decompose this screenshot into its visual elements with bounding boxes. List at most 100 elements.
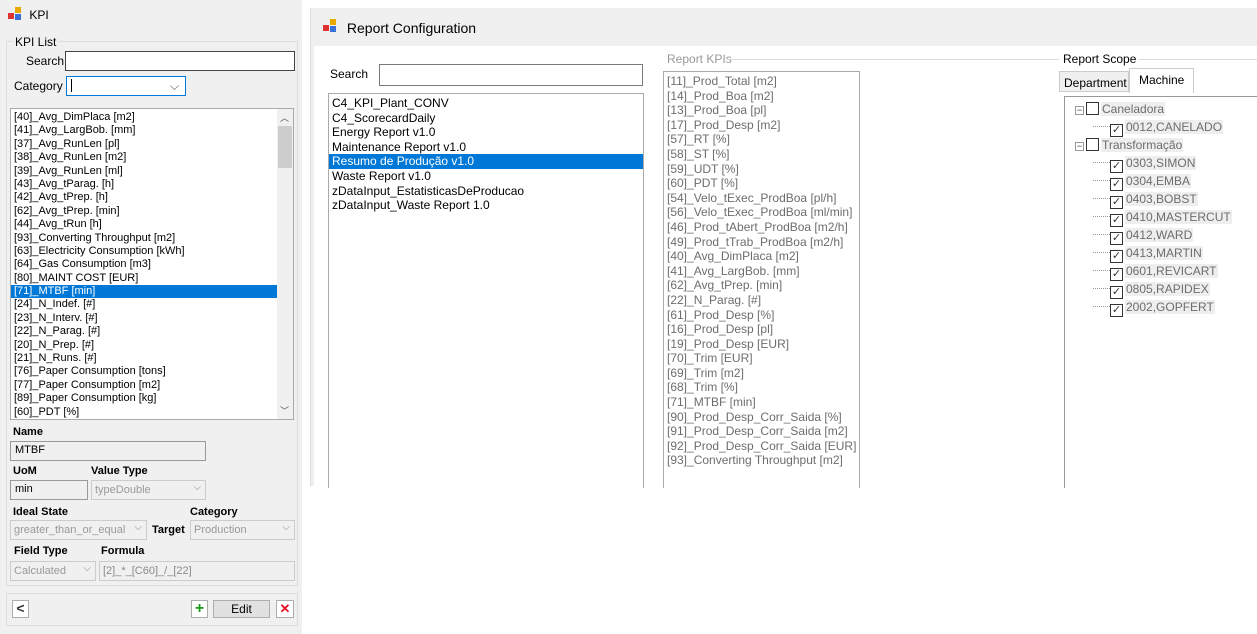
list-item[interactable]: [61]_Prod_Desp [%] (664, 308, 859, 323)
list-item[interactable]: [60]_PDT [%] (664, 176, 859, 191)
list-item[interactable]: [93]_Converting Throughput [m2] (664, 453, 859, 468)
list-item[interactable]: [22]_N_Parag. [#] (11, 325, 293, 338)
list-item[interactable]: [80]_MAINT COST [EUR] (11, 272, 293, 285)
list-item[interactable]: [62]_Avg_tPrep. [min] (664, 278, 859, 293)
list-item[interactable]: [56]_Velo_tExec_ProdBoa [ml/min] (664, 205, 859, 220)
checkbox[interactable] (1086, 102, 1099, 115)
list-item[interactable]: [71]_MTBF [min] (11, 285, 293, 299)
tree-node-machine[interactable]: ✓ 0413,MARTIN (1093, 245, 1203, 263)
category-combo[interactable]: ⌵ (66, 76, 186, 96)
list-item[interactable]: [68]_Trim [%] (664, 380, 859, 395)
list-item[interactable]: [39]_Avg_RunLen [ml] (11, 165, 293, 178)
formula-field[interactable]: [2]_*_[C60]_/_[22] (99, 561, 295, 581)
list-item[interactable]: [92]_Prod_Desp_Corr_Saida [EUR] (664, 439, 859, 454)
list-item[interactable]: [14]_Prod_Boa [m2] (664, 89, 859, 104)
edit-button[interactable]: Edit (213, 600, 270, 618)
checkbox[interactable] (1086, 138, 1099, 151)
delete-button[interactable]: ✕ (276, 600, 294, 618)
list-item[interactable]: [69]_Trim [m2] (664, 366, 859, 381)
checkbox[interactable]: ✓ (1110, 160, 1123, 173)
report-list[interactable]: C4_KPI_Plant_CONV C4_ScorecardDaily Energy… (328, 93, 644, 488)
name-field[interactable]: MTBF (10, 441, 206, 461)
list-item[interactable]: [57]_RT [%] (664, 132, 859, 147)
kpi-list-scrollbar[interactable]: ︿ ﹀ (277, 109, 293, 419)
tree-node-machine[interactable]: ✓ 0412,WARD (1093, 227, 1194, 245)
checkbox[interactable]: ✓ (1110, 124, 1123, 137)
ideal-state-combo[interactable]: greater_than_or_equal ⌵ (10, 520, 147, 540)
tab-department[interactable]: Department (1059, 71, 1129, 92)
report-kpis-list[interactable]: [11]_Prod_Total [m2] [14]_Prod_Boa [m2] [1… (663, 71, 860, 488)
list-item[interactable]: [16]_Prod_Desp [pl] (664, 322, 859, 337)
tree-node-machine[interactable]: ✓ 0304,EMBA (1093, 173, 1192, 191)
list-item[interactable]: [37]_Avg_RunLen [pl] (11, 138, 293, 151)
list-item[interactable]: Resumo de Produção v1.0 (329, 154, 643, 169)
list-item[interactable]: [71]_MTBF [min] (664, 395, 859, 410)
machine-tree[interactable]: − Caneladora ✓ 0012,CANELADO − Transformação ✓… (1064, 96, 1257, 488)
list-item[interactable]: [40]_Avg_DimPlaca [m2] (664, 249, 859, 264)
list-item[interactable]: [58]_ST [%] (664, 147, 859, 162)
list-item[interactable]: [93]_Converting Throughput [m2] (11, 232, 293, 245)
list-item[interactable]: [89]_Paper Consumption [kg] (11, 392, 293, 405)
tree-node-machine[interactable]: ✓ 0805,RAPIDEX (1093, 281, 1210, 299)
value-type-combo[interactable]: typeDouble ⌵ (91, 480, 206, 500)
checkbox[interactable]: ✓ (1110, 232, 1123, 245)
list-item[interactable]: [44]_Avg_tRun [h] (11, 218, 293, 231)
list-item[interactable]: [42]_Avg_tPrep. [h] (11, 191, 293, 204)
checkbox[interactable]: ✓ (1110, 304, 1123, 317)
tree-node-machine[interactable]: ✓ 0601,REVICART (1093, 263, 1218, 281)
list-item[interactable]: [76]_Paper Consumption [tons] (11, 365, 293, 378)
list-item[interactable]: C4_KPI_Plant_CONV (329, 96, 643, 111)
list-item[interactable]: Maintenance Report v1.0 (329, 140, 643, 155)
checkbox[interactable]: ✓ (1110, 250, 1123, 263)
tree-node-group[interactable]: − Transformação (1075, 137, 1184, 153)
list-item[interactable]: [49]_Prod_tTrab_ProdBoa [m2/h] (664, 235, 859, 250)
kpi-search-input[interactable] (65, 51, 295, 71)
list-item[interactable]: [64]_Gas Consumption [m3] (11, 258, 293, 271)
tree-node-machine[interactable]: ✓ 0403,BOBST (1093, 191, 1198, 209)
tree-node-machine[interactable]: ✓ 0303,SIMON (1093, 155, 1197, 173)
list-item[interactable]: zDataInput_EstatisticasDeProducao (329, 184, 643, 199)
list-item[interactable]: [54]_Velo_tExec_ProdBoa [pl/h] (664, 191, 859, 206)
tree-node-machine[interactable]: ✓ 0012,CANELADO (1093, 119, 1224, 137)
list-item[interactable]: [20]_N_Prep. [#] (11, 339, 293, 352)
checkbox[interactable]: ✓ (1110, 196, 1123, 209)
tree-node-group[interactable]: − Caneladora (1075, 101, 1166, 117)
list-item[interactable]: [41]_Avg_LargBob. [mm] (664, 264, 859, 279)
list-item[interactable]: C4_ScorecardDaily (329, 111, 643, 126)
list-item[interactable]: [13]_Prod_Boa [pl] (664, 103, 859, 118)
checkbox[interactable]: ✓ (1110, 178, 1123, 191)
list-item[interactable]: [91]_Prod_Desp_Corr_Saida [m2] (664, 424, 859, 439)
scrollbar-thumb[interactable] (278, 126, 292, 168)
list-item[interactable]: [17]_Prod_Desp [m2] (664, 118, 859, 133)
share-button[interactable]: < (12, 600, 29, 618)
tab-machine[interactable]: Machine (1129, 68, 1194, 93)
list-item[interactable]: [77]_Paper Consumption [m2] (11, 379, 293, 392)
list-item[interactable]: [21]_N_Runs. [#] (11, 352, 293, 365)
list-item[interactable]: [63]_Electricity Consumption [kWh] (11, 245, 293, 258)
list-item[interactable]: zDataInput_Waste Report 1.0 (329, 198, 643, 213)
tree-node-machine[interactable]: ✓ 2002,GOPFERT (1093, 299, 1215, 317)
list-item[interactable]: [62]_Avg_tPrep. [min] (11, 205, 293, 218)
scroll-down-icon[interactable]: ﹀ (280, 404, 289, 417)
list-item[interactable]: [11]_Prod_Total [m2] (664, 74, 859, 89)
field-type-combo[interactable]: Calculated ⌵ (10, 561, 96, 581)
list-item[interactable]: [46]_Prod_tAbert_ProdBoa [m2/h] (664, 220, 859, 235)
checkbox[interactable]: ✓ (1110, 286, 1123, 299)
list-item[interactable]: [38]_Avg_RunLen [m2] (11, 151, 293, 164)
list-item[interactable]: [40]_Avg_DimPlaca [m2] (11, 111, 293, 124)
list-item[interactable]: Waste Report v1.0 (329, 169, 643, 184)
list-item[interactable]: [23]_N_Interv. [#] (11, 312, 293, 325)
list-item[interactable]: [24]_N_Indef. [#] (11, 298, 293, 311)
report-search-input[interactable] (379, 64, 643, 86)
list-item[interactable]: [70]_Trim [EUR] (664, 351, 859, 366)
list-item[interactable]: [90]_Prod_Desp_Corr_Saida [%] (664, 410, 859, 425)
checkbox[interactable]: ✓ (1110, 268, 1123, 281)
collapse-icon[interactable]: − (1075, 142, 1084, 151)
list-item[interactable]: [59]_UDT [%] (664, 162, 859, 177)
collapse-icon[interactable]: − (1075, 106, 1084, 115)
checkbox[interactable]: ✓ (1110, 214, 1123, 227)
kpi-list[interactable]: [40]_Avg_DimPlaca [m2] [41]_Avg_LargBob. … (10, 108, 294, 420)
uom-field[interactable]: min (10, 480, 88, 500)
list-item[interactable]: Energy Report v1.0 (329, 125, 643, 140)
scroll-up-icon[interactable]: ︿ (280, 111, 289, 124)
